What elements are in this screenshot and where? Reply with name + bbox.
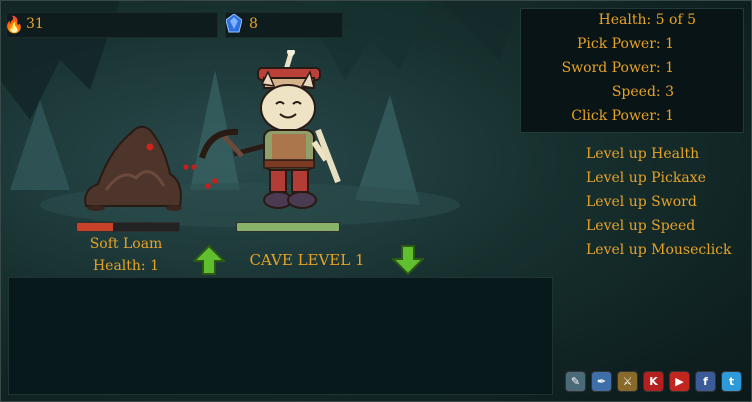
block-health-fill xyxy=(77,223,113,231)
cave-level-label: CAVE LEVEL 1 xyxy=(249,251,365,269)
level-up-pickaxe-link[interactable]: Level up Pickaxe xyxy=(586,170,706,186)
stat-click-power: Click Power: 1 xyxy=(571,108,674,124)
twitter-icon[interactable]: t xyxy=(721,371,742,392)
miner-cat-sprite xyxy=(199,50,341,209)
gem-counter-bar xyxy=(225,12,343,38)
stat-speed: Speed: 3 xyxy=(611,84,674,100)
level-up-health-link[interactable]: Level up Health xyxy=(586,146,699,162)
player-energy-bar xyxy=(236,222,340,232)
player-energy-fill xyxy=(237,223,339,231)
level-up-arrow-button[interactable] xyxy=(193,245,225,275)
block-health: Health: 1 xyxy=(92,258,160,274)
level-up-mouseclick-link[interactable]: Level up Mouseclick xyxy=(586,242,732,258)
stat-health: Health: 5 of 5 xyxy=(598,12,696,28)
k-icon[interactable]: K xyxy=(643,371,664,392)
kongregate-icon[interactable]: ✎ xyxy=(565,371,586,392)
gem-count: 8 xyxy=(249,16,258,32)
feather-icon[interactable]: ✒ xyxy=(591,371,612,392)
blue-gem-icon xyxy=(226,14,242,33)
dirt-block-sprite[interactable] xyxy=(78,120,188,212)
message-log-panel xyxy=(8,277,553,395)
facebook-icon[interactable]: f xyxy=(695,371,716,392)
level-down-arrow-button[interactable] xyxy=(392,245,424,275)
block-health-bar xyxy=(76,222,180,232)
level-up-speed-link[interactable]: Level up Speed xyxy=(586,218,695,234)
level-up-sword-link[interactable]: Level up Sword xyxy=(586,194,697,210)
game-icon[interactable]: ⚔ xyxy=(617,371,638,392)
ore-count: 31 xyxy=(26,16,44,32)
flame-ore-icon: 🔥 xyxy=(4,15,24,34)
block-name: Soft Loam xyxy=(89,236,163,252)
stat-pick-power: Pick Power: 1 xyxy=(577,36,674,52)
game-stage: 🔥 31 8 Health: 5 of 5 Pick Power: 1 Swor… xyxy=(0,0,752,402)
youtube-icon[interactable]: ▶ xyxy=(669,371,690,392)
stat-sword-power: Sword Power: 1 xyxy=(561,60,674,76)
